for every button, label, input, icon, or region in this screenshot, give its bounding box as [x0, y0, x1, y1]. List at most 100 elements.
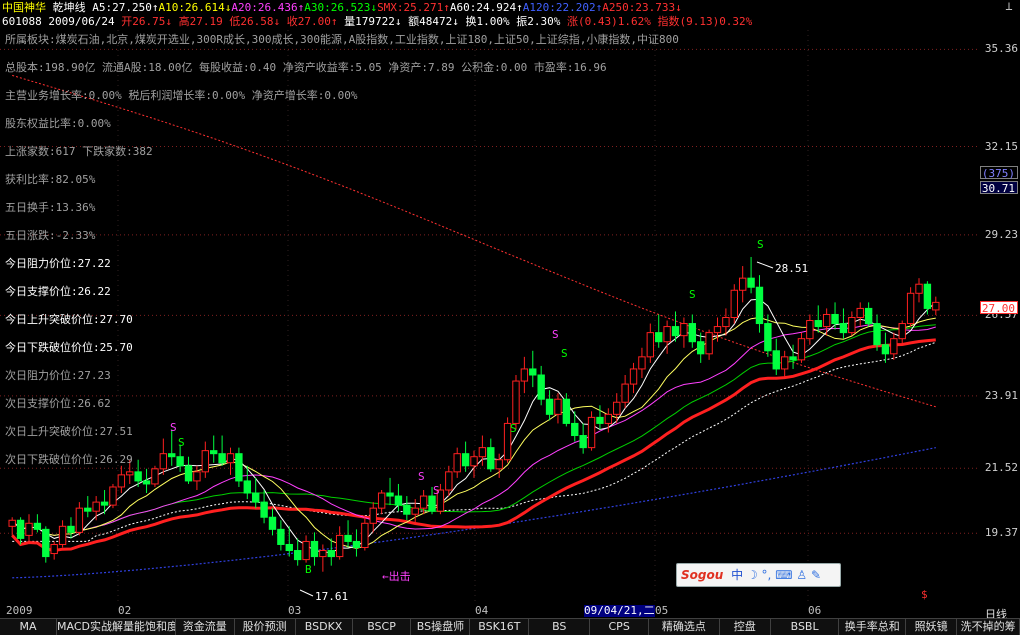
- signal-s-label: S: [689, 288, 696, 301]
- info-line: 今日阻力价位:27.22: [5, 257, 111, 270]
- candle-body: [688, 323, 697, 343]
- indicator-tab[interactable]: CPS: [590, 619, 650, 635]
- indicator-tab[interactable]: BSDKX: [296, 619, 353, 635]
- candle-body: [571, 422, 579, 437]
- amplitude-value: 振2.30%: [516, 15, 561, 28]
- candle-body: [126, 471, 134, 476]
- indicator-tab[interactable]: BSCP: [353, 619, 412, 635]
- price-axis: 35.3632.1529.2326.5723.9121.5219.37: [978, 30, 1020, 605]
- indicator-tab[interactable]: 精确选点: [649, 619, 720, 635]
- signal-s-label: S: [178, 436, 185, 449]
- indicator-tab[interactable]: BS操盘师: [411, 619, 471, 635]
- indicator-name[interactable]: 乾坤线: [53, 1, 86, 14]
- cursor-date: 09/04/21,二: [584, 604, 655, 617]
- indicator-tab[interactable]: BSBL: [771, 619, 840, 635]
- candle-body: [873, 323, 881, 346]
- candle-body: [923, 283, 932, 309]
- high-price-label: 28.51: [775, 262, 808, 275]
- info-line: 获利比率:82.05%: [5, 173, 96, 186]
- ma-legend-item: A5:27.250↑: [92, 1, 159, 14]
- candle-body: [520, 368, 529, 382]
- candle-body: [470, 456, 478, 467]
- candle-body: [176, 456, 184, 467]
- volume-value: 量179722↓: [344, 15, 402, 28]
- candle-body: [453, 453, 461, 473]
- candle-body: [159, 453, 168, 470]
- price-axis-label: 23.91: [984, 388, 1018, 402]
- user-icon[interactable]: ♙: [796, 568, 807, 582]
- sogou-logo[interactable]: Sogou: [681, 568, 723, 582]
- candle-body: [251, 492, 260, 503]
- pin-icon[interactable]: ⊥: [1002, 0, 1016, 13]
- a250-line: [12, 74, 936, 408]
- indicator-tab[interactable]: 照妖镜: [906, 619, 958, 635]
- price-box-count: (375): [980, 166, 1018, 180]
- candle-body: [697, 341, 705, 355]
- candle-body: [16, 519, 25, 539]
- candle-body: [100, 501, 109, 506]
- indicator-tab[interactable]: MA: [0, 619, 57, 635]
- candle-body: [210, 450, 218, 455]
- candle-body: [856, 307, 864, 318]
- candle-body: [562, 398, 571, 424]
- candle-body: [310, 540, 319, 558]
- candle-body: [361, 522, 369, 548]
- indicator-tab[interactable]: 股价预测: [235, 619, 296, 635]
- indicator-tab[interactable]: BS: [529, 619, 591, 635]
- candle-body: [33, 522, 42, 530]
- indicator-tab[interactable]: 洗不掉的筹: [957, 619, 1020, 635]
- candle-body: [352, 540, 361, 548]
- candle-body: [613, 401, 621, 415]
- ime-mode[interactable]: 中: [731, 568, 743, 582]
- indicator-tab[interactable]: 换手率总和: [839, 619, 907, 635]
- candle-body: [730, 289, 738, 318]
- candle-body: [646, 332, 655, 358]
- info-line: 次日上升突破价位:27.51: [5, 425, 133, 438]
- candle-body: [789, 356, 797, 361]
- ma-list: A5:27.250↑A10:26.614↓A20:26.436↑A30:26.5…: [92, 1, 682, 14]
- moon-icon[interactable]: ☽: [747, 568, 758, 582]
- candle-body: [822, 313, 831, 328]
- low-value: 低26.58↓: [229, 15, 281, 28]
- candle-body: [369, 507, 377, 524]
- high-value: 高27.19: [178, 15, 223, 28]
- a30-line: [11, 324, 936, 536]
- candle-body: [529, 368, 537, 376]
- sogou-ime-bar[interactable]: Sogou 中 ☽ °, ⌨ ♙ ✎: [676, 563, 841, 587]
- degree-icon[interactable]: °,: [762, 568, 772, 582]
- keyboard-icon[interactable]: ⌨: [775, 568, 792, 582]
- candle-body: [92, 501, 100, 512]
- date-axis-label: 06: [808, 604, 822, 617]
- wrench-icon[interactable]: ✎: [811, 568, 821, 582]
- indicator-tab[interactable]: MACD实战解量能饱和度: [57, 619, 176, 635]
- a5-line: [11, 298, 937, 554]
- kline-chart[interactable]: SSSSSSSSSB28.5117.61←出击$: [0, 30, 978, 605]
- info-line: 今日支撑价位:26.22: [5, 285, 111, 298]
- stock-name[interactable]: 中国神华: [2, 1, 46, 14]
- info-line: 次日阻力价位:27.23: [5, 369, 111, 382]
- date-axis: 2009 02 03 04 05 06 09/04/21,二: [0, 605, 978, 617]
- signal-s-label: S: [170, 421, 177, 434]
- signal-s-label: S: [552, 328, 559, 341]
- candle-body: [848, 317, 856, 334]
- ma-legend-item: A30:26.523↓: [304, 1, 378, 14]
- price-axis-label: 32.15: [984, 139, 1018, 153]
- signal-s-label: S: [433, 484, 440, 497]
- candle-body: [537, 374, 545, 400]
- candle-body: [579, 435, 587, 449]
- candle-body: [386, 492, 394, 497]
- quote-row: 601088 2009/06/24 开26.75↓ 高27.19 低26.58↓…: [2, 15, 752, 28]
- candle-body: [596, 416, 604, 424]
- info-line: 五日换手:13.36%: [5, 201, 96, 214]
- candle-body: [906, 292, 915, 325]
- indicator-tab[interactable]: 资金流量: [176, 619, 235, 635]
- open-value: 开26.75↓: [121, 15, 172, 28]
- indicator-tab[interactable]: BSK16T: [470, 619, 530, 635]
- indicator-tab[interactable]: 控盘: [720, 619, 771, 635]
- dollar-marker: $: [921, 588, 928, 601]
- candle-body: [319, 550, 327, 558]
- candle-body: [67, 525, 75, 533]
- info-line: 总股本:198.90亿 流通A股:18.00亿 每股收益:0.40 净资产收益率…: [5, 61, 607, 74]
- date-axis-label: 2009: [6, 604, 33, 617]
- candle-body: [554, 398, 562, 415]
